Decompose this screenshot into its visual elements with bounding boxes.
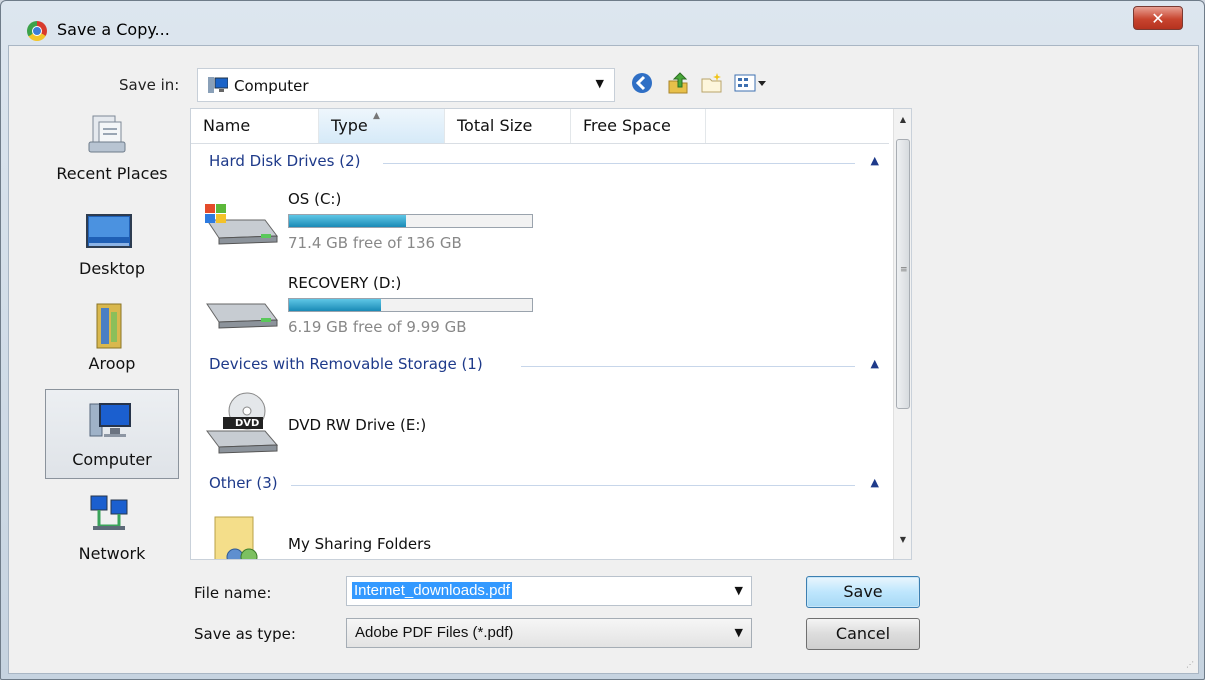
file-list-view[interactable]: Name ▲ Type Total Size Free Space Hard D… — [190, 108, 912, 560]
place-label: Computer — [72, 450, 152, 469]
save-in-label: Save in: — [119, 76, 180, 94]
drive-usage-bar — [288, 298, 533, 312]
scroll-down-icon[interactable]: ▼ — [894, 535, 911, 553]
save-as-type-label: Save as type: — [194, 625, 296, 643]
place-desktop[interactable]: Desktop — [45, 199, 179, 289]
computer-icon — [208, 77, 228, 93]
column-header-name[interactable]: Name — [191, 109, 319, 143]
recent-places-icon — [88, 115, 126, 153]
views-menu-icon[interactable] — [733, 70, 769, 96]
hard-drive-icon — [206, 303, 278, 329]
drive-name: RECOVERY (D:) — [288, 274, 402, 292]
collapse-chevron-icon[interactable]: ▲ — [871, 154, 879, 167]
group-header-removable-storage[interactable]: Devices with Removable Storage (1) ▲ — [209, 355, 879, 377]
place-label: Desktop — [79, 259, 145, 278]
back-icon[interactable] — [629, 70, 655, 96]
drive-name: DVD RW Drive (E:) — [288, 416, 427, 434]
dialog-title: Save a Copy... — [57, 20, 170, 39]
collapse-chevron-icon[interactable]: ▲ — [871, 357, 879, 370]
computer-icon — [89, 403, 131, 437]
scroll-thumb[interactable]: ≡ — [896, 139, 910, 409]
group-divider — [383, 163, 855, 164]
group-divider — [291, 485, 855, 486]
grip-icon: ≡ — [900, 265, 908, 275]
save-as-type-value: Adobe PDF Files (*.pdf) — [355, 624, 514, 641]
column-header-type[interactable]: ▲ Type — [319, 109, 445, 143]
scroll-up-icon[interactable]: ▲ — [894, 115, 911, 133]
places-bar: Recent Places Desktop Aroop Computer Net… — [45, 104, 181, 594]
group-header-hard-disk-drives[interactable]: Hard Disk Drives (2) ▲ — [209, 152, 879, 174]
cancel-button[interactable]: Cancel — [806, 618, 920, 650]
title-bar[interactable]: Save a Copy... ✕ — [1, 1, 1204, 41]
windows-drive-icon — [205, 204, 278, 245]
column-header-free-space[interactable]: Free Space — [571, 109, 706, 143]
save-button[interactable]: Save — [806, 576, 920, 608]
drive-usage-fill — [289, 215, 406, 227]
item-name: My Sharing Folders — [288, 535, 432, 553]
desktop-icon — [86, 214, 132, 248]
place-network[interactable]: Network — [45, 484, 179, 574]
column-header-label: Type — [331, 116, 368, 135]
dvd-badge: DVD — [235, 418, 260, 429]
chevron-down-icon: ▼ — [595, 77, 604, 90]
place-label: Aroop — [88, 354, 136, 373]
place-label: Network — [78, 544, 146, 563]
place-computer[interactable]: Computer — [45, 389, 179, 479]
collapse-chevron-icon[interactable]: ▲ — [871, 476, 879, 489]
group-divider — [521, 366, 855, 367]
network-icon — [90, 495, 128, 530]
user-folder-icon — [96, 303, 122, 349]
group-label: Devices with Removable Storage (1) — [209, 355, 483, 373]
column-header-row: Name ▲ Type Total Size Free Space — [191, 109, 889, 144]
chevron-down-icon[interactable]: ▼ — [735, 584, 743, 597]
file-name-value[interactable]: Internet_downloads.pdf — [352, 582, 512, 599]
group-label: Other (3) — [209, 474, 278, 492]
vertical-scrollbar[interactable]: ▲ ≡ ▼ — [893, 109, 911, 559]
drive-free-space: 71.4 GB free of 136 GB — [288, 234, 462, 252]
file-name-input[interactable]: Internet_downloads.pdf ▼ — [346, 576, 752, 606]
chevron-down-icon[interactable]: ▼ — [735, 626, 743, 639]
save-as-type-select[interactable]: Adobe PDF Files (*.pdf) ▼ — [346, 618, 752, 648]
sort-ascending-icon: ▲ — [373, 111, 380, 121]
place-label: Recent Places — [56, 164, 168, 183]
up-folder-icon[interactable] — [665, 70, 691, 96]
dialog-body: Save in: Computer ▼ Recent Places Deskto… — [8, 45, 1199, 674]
sharing-folder-icon — [214, 516, 258, 559]
drive-free-space: 6.19 GB free of 9.99 GB — [288, 318, 467, 336]
group-label: Hard Disk Drives (2) — [209, 152, 361, 170]
column-header-total-size[interactable]: Total Size — [445, 109, 571, 143]
new-folder-icon[interactable] — [699, 70, 725, 96]
group-header-other[interactable]: Other (3) ▲ — [209, 474, 879, 496]
drive-usage-fill — [289, 299, 382, 311]
file-name-label: File name: — [194, 584, 272, 602]
drive-usage-bar — [288, 214, 533, 228]
place-user-folder[interactable]: Aroop — [45, 294, 179, 384]
resize-grip-icon[interactable]: ⋰ — [1186, 660, 1194, 669]
drive-name: OS (C:) — [288, 190, 342, 208]
save-copy-dialog: Save a Copy... ✕ Save in: Computer ▼ Rec… — [0, 0, 1205, 680]
close-button[interactable]: ✕ — [1133, 6, 1183, 30]
place-recent-places[interactable]: Recent Places — [45, 104, 179, 194]
save-in-value: Computer — [234, 77, 309, 95]
save-in-dropdown[interactable]: Computer ▼ — [197, 68, 615, 102]
browser-logo-icon — [27, 21, 47, 41]
